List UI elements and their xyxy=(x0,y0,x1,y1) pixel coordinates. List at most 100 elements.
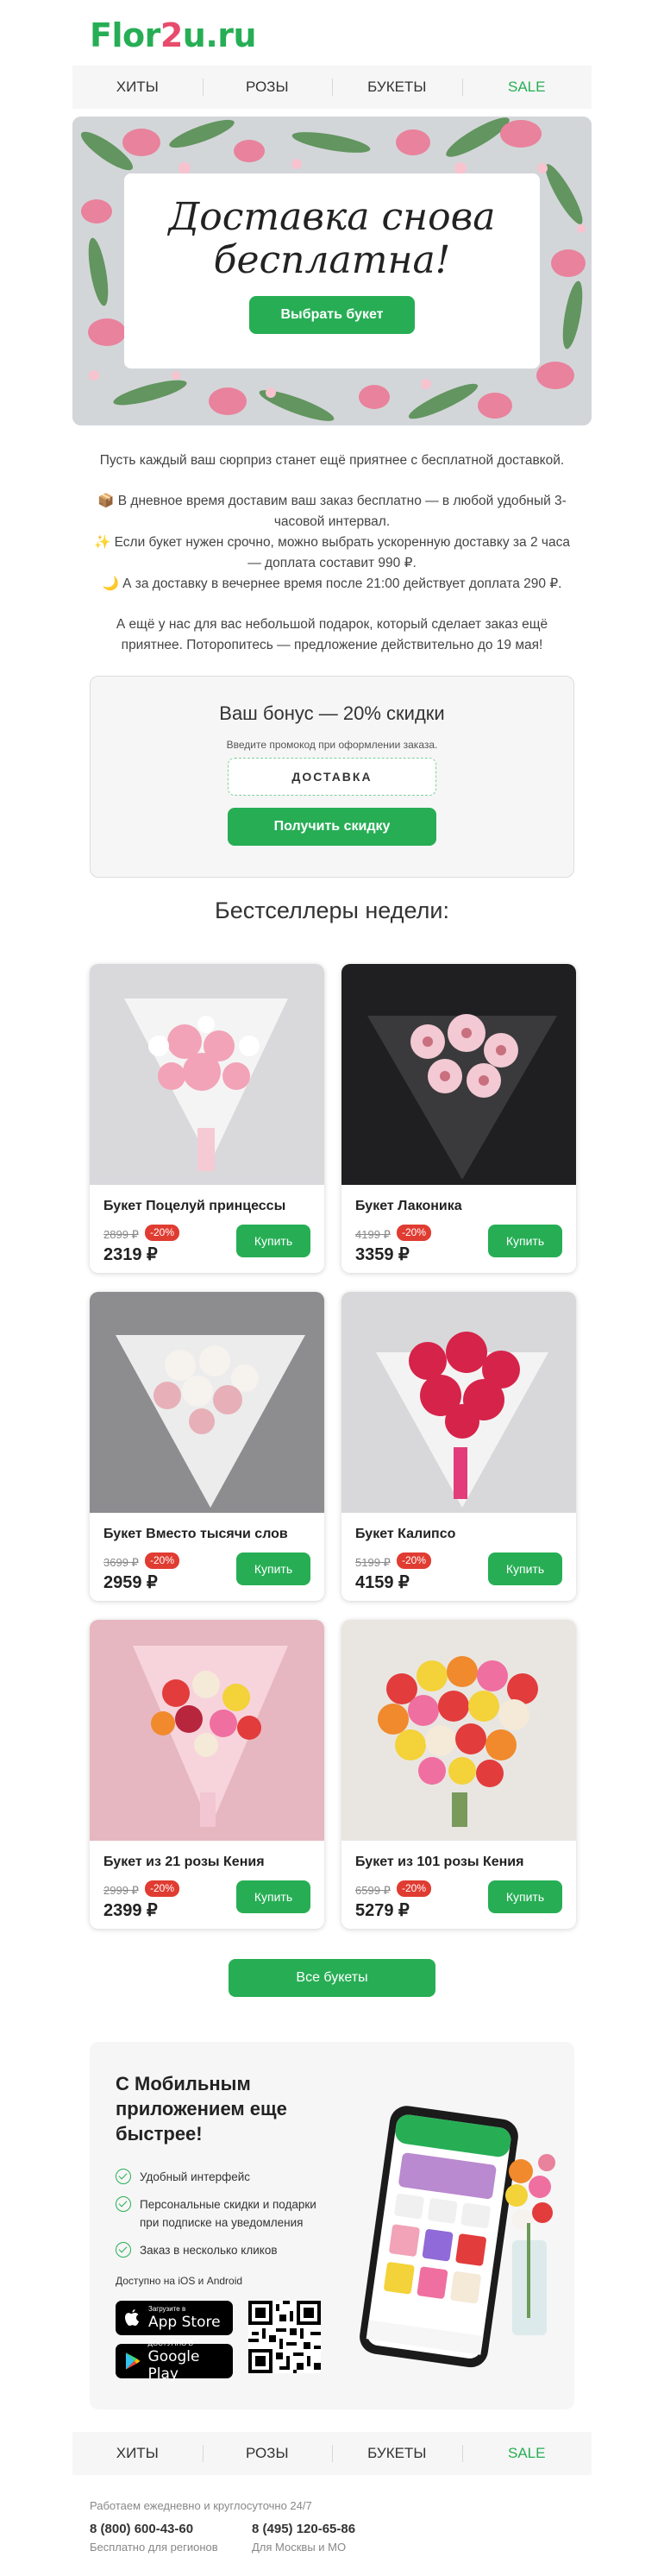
product-card[interactable]: Букет из 101 розы Кения 6599 ₽ -20% 5279… xyxy=(341,1620,576,1929)
app-feature-text: Заказ в несколько кликов xyxy=(140,2244,278,2257)
product-price: 2399 ₽ xyxy=(103,1901,158,1920)
working-hours: Работаем ежедневно и круглосуточно 24/7 xyxy=(90,2499,312,2512)
buy-button[interactable]: Купить xyxy=(236,1880,310,1913)
app-store-label: App Store xyxy=(148,2314,221,2331)
app-store-button[interactable]: Загрузите в App Store xyxy=(116,2301,233,2335)
google-play-label: Google Play xyxy=(147,2348,200,2383)
email-page: Flor2u.ru ХИТЫ РОЗЫ БУКЕТЫ SALE Доставка… xyxy=(0,0,664,2576)
phone-regions[interactable]: 8 (800) 600-43-60 xyxy=(90,2522,193,2536)
phone-moscow[interactable]: 8 (495) 120-65-86 xyxy=(252,2522,355,2536)
app-feature-text: Удобный интерфейс xyxy=(140,2170,251,2183)
nav-hits[interactable]: ХИТЫ xyxy=(72,66,203,109)
product-name: Букет из 21 розы Кения xyxy=(103,1855,265,1869)
logo-part-2: 2 xyxy=(160,16,183,54)
product-old-price: 6599 ₽ xyxy=(355,1884,391,1897)
buy-button[interactable]: Купить xyxy=(236,1225,310,1257)
available-platforms: Доступно на iOS и Android xyxy=(116,2275,243,2287)
bonus-block: Ваш бонус — 20% скидки Введите промокод … xyxy=(90,676,574,878)
hero-card: Доставка снова бесплатна! Выбрать букет xyxy=(124,173,540,368)
product-image xyxy=(341,1620,576,1841)
product-card[interactable]: Букет Лаконика 4199 ₽ -20% 3359 ₽ Купить xyxy=(341,964,576,1273)
bottom-nav: ХИТЫ РОЗЫ БУКЕТЫ SALE xyxy=(72,2432,592,2475)
phone-moscow-note: Для Москвы и МО xyxy=(252,2541,347,2554)
intro-text-5: А ещё у нас для вас небольшой подарок, к… xyxy=(116,617,548,652)
promo-code[interactable]: ДОСТАВКА xyxy=(228,758,436,796)
product-card[interactable]: Букет из 21 розы Кения 2999 ₽ -20% 2399 … xyxy=(90,1620,324,1929)
google-play-icon xyxy=(125,2352,141,2370)
discount-badge: -20% xyxy=(145,1553,180,1569)
product-old-price: 4199 ₽ xyxy=(355,1228,391,1241)
discount-badge: -20% xyxy=(397,1880,432,1897)
product-card[interactable]: Букет Вместо тысячи слов 3699 ₽ -20% 295… xyxy=(90,1292,324,1601)
app-feature: Заказ в несколько кликов xyxy=(116,2241,347,2259)
product-image xyxy=(90,1292,324,1513)
google-play-caption: ДОСТУПНО В xyxy=(147,2340,193,2347)
product-card[interactable]: Букет Калипсо 5199 ₽ -20% 4159 ₽ Купить xyxy=(341,1292,576,1601)
brand-logo[interactable]: Flor2u.ru xyxy=(90,12,257,59)
product-image xyxy=(90,964,324,1185)
product-price: 3359 ₽ xyxy=(355,1245,410,1264)
nav-hits[interactable]: ХИТЫ xyxy=(72,2432,203,2475)
nav-sale[interactable]: SALE xyxy=(461,2432,592,2475)
mobile-app-block: С Мобильным приложением еще быстрее! Удо… xyxy=(90,2042,574,2409)
app-feature: Удобный интерфейс xyxy=(116,2168,347,2186)
product-name: Букет Вместо тысячи слов xyxy=(103,1527,288,1541)
intro-text-3: ✨ Если букет нужен срочно, можно выбрать… xyxy=(94,535,570,570)
buy-button[interactable]: Купить xyxy=(488,1880,562,1913)
nav-roses[interactable]: РОЗЫ xyxy=(202,66,333,109)
product-old-price: 3699 ₽ xyxy=(103,1556,139,1569)
buy-button[interactable]: Купить xyxy=(488,1553,562,1585)
product-card[interactable]: Букет Поцелуй принцессы 2899 ₽ -20% 2319… xyxy=(90,964,324,1273)
discount-badge: -20% xyxy=(397,1553,432,1569)
intro-text-4: 🌙 А за доставку в вечернее время после 2… xyxy=(102,576,562,591)
app-title: С Мобильным приложением еще быстрее! xyxy=(116,2073,287,2145)
hero-title: Доставка снова бесплатна! xyxy=(124,196,540,282)
nav-bouquets[interactable]: БУКЕТЫ xyxy=(332,66,462,109)
intro-text-2: 📦 В дневное время доставим ваш заказ бес… xyxy=(97,494,567,529)
product-price: 4159 ₽ xyxy=(355,1573,410,1592)
app-store-caption: Загрузите в xyxy=(148,2305,186,2313)
product-image xyxy=(341,1292,576,1513)
bestsellers-title: Бестселлеры недели: xyxy=(215,898,449,923)
product-old-price: 2999 ₽ xyxy=(103,1884,139,1897)
qr-code[interactable] xyxy=(248,2301,321,2373)
nav-sale[interactable]: SALE xyxy=(461,66,592,109)
top-nav: ХИТЫ РОЗЫ БУКЕТЫ SALE xyxy=(72,66,592,109)
intro-text-1: Пусть каждый ваш сюрприз станет ещё прия… xyxy=(99,453,565,468)
check-icon xyxy=(116,2242,131,2258)
product-name: Букет Лаконика xyxy=(355,1199,462,1213)
check-icon xyxy=(116,2196,131,2212)
app-feature-text: Персональные скидки и подарки при подпис… xyxy=(140,2198,316,2229)
app-feature: Персональные скидки и подарки при подпис… xyxy=(116,2195,338,2232)
bonus-note: Введите промокод при оформлении заказа. xyxy=(226,739,438,751)
discount-badge: -20% xyxy=(145,1880,180,1897)
nav-roses[interactable]: РОЗЫ xyxy=(202,2432,333,2475)
product-image xyxy=(90,1620,324,1841)
product-price: 5279 ₽ xyxy=(355,1901,410,1920)
product-old-price: 5199 ₽ xyxy=(355,1556,391,1569)
hero-title-line2: бесплатна! xyxy=(213,238,451,282)
discount-badge: -20% xyxy=(397,1225,432,1241)
nav-bouquets[interactable]: БУКЕТЫ xyxy=(332,2432,462,2475)
hero-banner[interactable]: Доставка снова бесплатна! Выбрать букет xyxy=(72,117,592,425)
all-bouquets-button[interactable]: Все букеты xyxy=(229,1959,435,1997)
logo-part-uru: u.ru xyxy=(182,16,257,54)
check-icon xyxy=(116,2169,131,2184)
bonus-title: Ваш бонус — 20% скидки xyxy=(219,702,445,724)
product-name: Букет из 101 розы Кения xyxy=(355,1855,524,1869)
hero-title-line1: Доставка снова xyxy=(168,195,496,239)
product-price: 2959 ₽ xyxy=(103,1573,158,1592)
buy-button[interactable]: Купить xyxy=(488,1225,562,1257)
product-name: Букет Поцелуй принцессы xyxy=(103,1199,286,1213)
choose-bouquet-button[interactable]: Выбрать букет xyxy=(249,296,415,334)
buy-button[interactable]: Купить xyxy=(236,1553,310,1585)
discount-badge: -20% xyxy=(145,1225,180,1241)
product-image xyxy=(341,964,576,1185)
google-play-button[interactable]: ДОСТУПНО В Google Play xyxy=(116,2340,233,2383)
product-name: Букет Калипсо xyxy=(355,1527,456,1541)
apple-icon xyxy=(125,2309,140,2326)
product-price: 2319 ₽ xyxy=(103,1245,158,1264)
phone-regions-note: Бесплатно для регионов xyxy=(90,2541,218,2554)
get-discount-button[interactable]: Получить скидку xyxy=(228,808,436,846)
product-old-price: 2899 ₽ xyxy=(103,1228,139,1241)
